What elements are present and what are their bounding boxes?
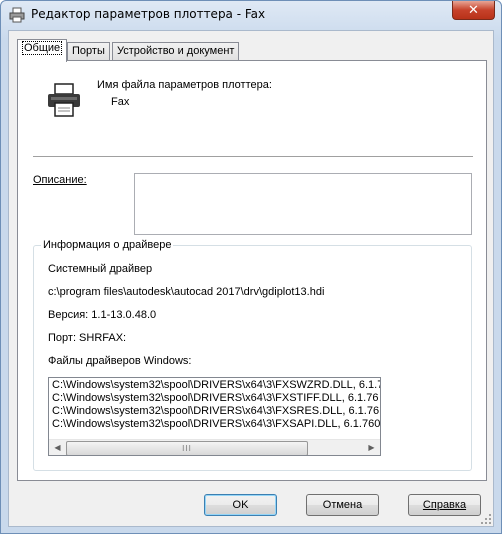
list-item[interactable]: C:\Windows\system32\spool\DRIVERS\x64\3\… bbox=[52, 392, 378, 404]
file-name-value: Fax bbox=[111, 96, 130, 108]
scroll-thumb[interactable]: III bbox=[66, 441, 308, 455]
description-input[interactable] bbox=[134, 173, 472, 235]
tab-device-document[interactable]: Устройство и документ bbox=[112, 42, 240, 61]
list-item[interactable]: C:\Windows\system32\spool\DRIVERS\x64\3\… bbox=[52, 379, 380, 391]
tab-ports[interactable]: Порты bbox=[67, 42, 110, 61]
title-bar[interactable]: Редактор параметров плоттера - Fax ✕ bbox=[1, 1, 501, 29]
driver-files-list[interactable]: C:\Windows\system32\spool\DRIVERS\x64\3\… bbox=[48, 377, 381, 456]
cancel-button[interactable]: Отмена bbox=[306, 494, 379, 516]
dialog-window: Редактор параметров плоттера - Fax ✕ Общ… bbox=[0, 0, 502, 534]
scroll-left-icon[interactable]: ◀ bbox=[49, 440, 66, 455]
help-button-label: Справка bbox=[422, 499, 467, 511]
windows-files-label: Файлы драйверов Windows: bbox=[48, 355, 192, 367]
driver-version: Версия: 1.1-13.0.48.0 bbox=[48, 309, 157, 321]
plotter-icon bbox=[48, 83, 80, 117]
tab-general[interactable]: Общие bbox=[17, 39, 68, 62]
tab-device-document-label: Устройство и документ bbox=[117, 45, 235, 57]
tab-ports-label: Порты bbox=[72, 45, 105, 57]
driver-info-group: Информация о драйвере Системный драйвер … bbox=[33, 239, 472, 471]
resize-grip-icon[interactable] bbox=[480, 513, 492, 525]
description-label: Описание: bbox=[33, 174, 87, 186]
printer-icon bbox=[9, 7, 25, 23]
scroll-right-icon[interactable]: ▶ bbox=[363, 440, 380, 455]
help-button[interactable]: Справка bbox=[408, 494, 481, 516]
close-button[interactable]: ✕ bbox=[452, 1, 495, 20]
file-name-label: Имя файла параметров плоттера: bbox=[97, 79, 272, 91]
driver-port: Порт: SHRFAX: bbox=[48, 332, 127, 344]
separator bbox=[33, 156, 473, 157]
ok-button[interactable]: OK bbox=[204, 494, 277, 516]
tab-general-label: Общие bbox=[22, 41, 63, 55]
window-title: Редактор параметров плоттера - Fax bbox=[31, 7, 266, 21]
list-item[interactable]: C:\Windows\system32\spool\DRIVERS\x64\3\… bbox=[52, 418, 380, 430]
driver-info-title: Информация о драйвере bbox=[41, 239, 174, 251]
driver-path: c:\program files\autodesk\autocad 2017\d… bbox=[48, 286, 325, 298]
dialog-client-area: Общие Порты Устройство и документ Имя фа… bbox=[8, 30, 494, 527]
horizontal-scrollbar[interactable]: ◀ III ▶ bbox=[49, 439, 380, 455]
list-item[interactable]: C:\Windows\system32\spool\DRIVERS\x64\3\… bbox=[52, 405, 379, 417]
description-label-text: Описание: bbox=[33, 174, 87, 186]
general-tab-panel: Имя файла параметров плоттера: Fax Описа… bbox=[17, 60, 487, 481]
driver-type: Системный драйвер bbox=[48, 263, 153, 275]
